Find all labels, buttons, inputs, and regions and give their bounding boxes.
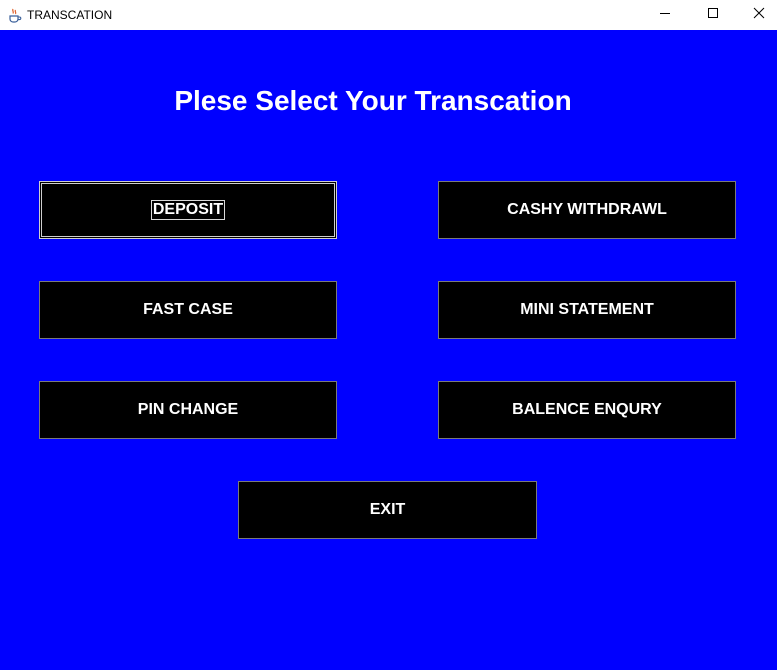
window-title: TRANSCATION <box>27 8 113 22</box>
mini-statement-button[interactable]: MINI STATEMENT <box>438 281 736 339</box>
page-title: Plese Select Your Transcation <box>174 85 572 116</box>
application-window: TRANSCATION Plese Select Your Transcatio… <box>0 0 777 670</box>
fast-cash-button[interactable]: FAST CASE <box>39 281 337 339</box>
transaction-panel: Plese Select Your Transcation DEPOSIT CA… <box>0 30 777 670</box>
maximize-button[interactable] <box>690 0 736 30</box>
minimize-button[interactable] <box>642 0 688 30</box>
cash-withdrawal-button[interactable]: CASHY WITHDRAWL <box>438 181 736 239</box>
title-bar[interactable]: TRANSCATION <box>0 0 777 31</box>
exit-button[interactable]: EXIT <box>238 481 537 539</box>
maximize-icon <box>707 6 719 24</box>
close-icon <box>753 6 765 24</box>
java-cup-icon <box>7 7 23 23</box>
deposit-button[interactable]: DEPOSIT <box>39 181 337 239</box>
close-button[interactable] <box>736 0 777 30</box>
deposit-button-label: DEPOSIT <box>150 200 226 220</box>
pin-change-button[interactable]: PIN CHANGE <box>39 381 337 439</box>
balance-enquiry-button[interactable]: BALENCE ENQURY <box>438 381 736 439</box>
minimize-icon <box>659 6 671 24</box>
